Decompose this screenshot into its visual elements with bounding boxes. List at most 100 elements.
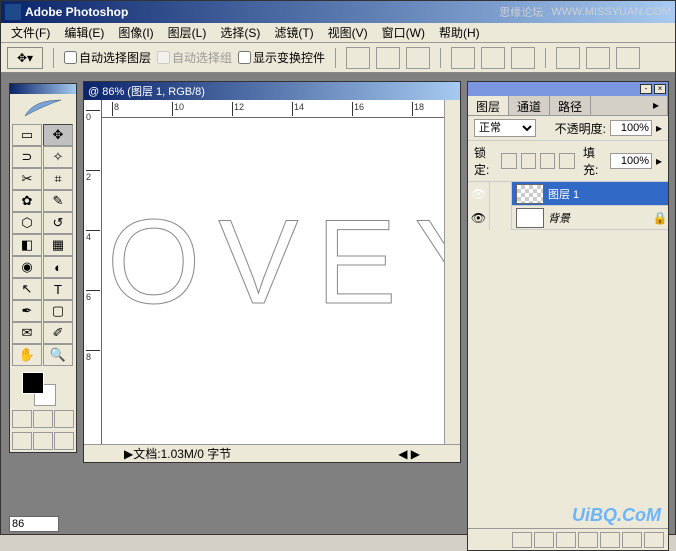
menu-view[interactable]: 视图(V) xyxy=(322,22,374,43)
gradient-tool[interactable]: ▦ xyxy=(43,234,73,256)
crop-tool[interactable]: ✂ xyxy=(12,168,42,190)
layer-thumbnail[interactable] xyxy=(516,208,544,228)
slice-tool[interactable]: ⌗ xyxy=(43,168,73,190)
visibility-icon[interactable]: 👁 xyxy=(468,182,490,206)
document-window[interactable]: @ 86% (图层 1, RGB/8) 8 10 12 14 16 18 0 2… xyxy=(83,81,461,463)
titlebar: Adobe Photoshop 思缘论坛 WWW.MISSYUAN.COM xyxy=(1,1,675,23)
screen-mode[interactable] xyxy=(54,410,74,428)
align-btn-2[interactable] xyxy=(376,47,400,69)
align-btn-4[interactable] xyxy=(451,47,475,69)
dist-btn-1[interactable] xyxy=(556,47,580,69)
screen-mode-2[interactable] xyxy=(33,432,53,450)
layer-mask-button[interactable] xyxy=(556,532,576,548)
layer-row[interactable]: 👁 图层 1 xyxy=(468,182,668,206)
dodge-tool[interactable]: ◐ xyxy=(43,256,73,278)
notes-tool[interactable]: ✉ xyxy=(12,322,42,344)
dist-btn-3[interactable] xyxy=(616,47,640,69)
link-cell[interactable] xyxy=(490,182,512,206)
photoshop-logo-icon xyxy=(10,94,76,122)
fg-color-swatch[interactable] xyxy=(22,372,44,394)
move-tool[interactable]: ✥ xyxy=(43,124,73,146)
layer-name[interactable]: 图层 1 xyxy=(548,186,668,202)
tab-layers[interactable]: 图层 xyxy=(468,96,509,115)
standard-mode[interactable] xyxy=(12,410,32,428)
marquee-tool[interactable]: ▭ xyxy=(12,124,42,146)
tab-paths[interactable]: 路径 xyxy=(550,96,591,115)
lock-position[interactable] xyxy=(540,153,555,169)
menu-select[interactable]: 选择(S) xyxy=(214,22,266,43)
stamp-tool[interactable]: ⬡ xyxy=(12,212,42,234)
group-button[interactable] xyxy=(600,532,620,548)
menu-file[interactable]: 文件(F) xyxy=(5,22,56,43)
lock-transparency[interactable] xyxy=(501,153,516,169)
eraser-tool[interactable]: ◧ xyxy=(12,234,42,256)
show-transform-checkbox[interactable]: 显示变换控件 xyxy=(238,49,325,66)
layer-thumbnail[interactable] xyxy=(516,184,544,204)
color-swatches[interactable] xyxy=(10,368,76,408)
auto-select-group-checkbox: 自动选择组 xyxy=(157,49,232,66)
screen-mode-1[interactable] xyxy=(12,432,32,450)
visibility-icon[interactable]: 👁 xyxy=(468,206,490,230)
canvas[interactable]: OVEY xyxy=(102,118,444,444)
hand-tool[interactable]: ✋ xyxy=(12,344,42,366)
shape-tool[interactable]: ▢ xyxy=(43,300,73,322)
document-title[interactable]: @ 86% (图层 1, RGB/8) xyxy=(84,82,460,100)
align-btn-5[interactable] xyxy=(481,47,505,69)
panel-menu-icon[interactable]: ▸ xyxy=(645,96,668,115)
menu-help[interactable]: 帮助(H) xyxy=(433,22,486,43)
layer-row[interactable]: 👁 背景 🔒 xyxy=(468,206,668,230)
panel-titlebar[interactable]: - × xyxy=(468,82,668,96)
layer-style-button[interactable] xyxy=(534,532,554,548)
menu-edit[interactable]: 编辑(E) xyxy=(58,22,110,43)
zoom-input[interactable] xyxy=(9,516,59,532)
layers-panel[interactable]: - × 图层 通道 路径 ▸ 正常 不透明度: ▸ 锁定: 填充: xyxy=(467,81,669,551)
path-select-tool[interactable]: ↖ xyxy=(12,278,42,300)
tab-channels[interactable]: 通道 xyxy=(509,96,550,115)
healing-tool[interactable]: ✿ xyxy=(12,190,42,212)
history-brush-tool[interactable]: ↺ xyxy=(43,212,73,234)
blur-tool[interactable]: ◉ xyxy=(12,256,42,278)
eyedropper-tool[interactable]: ✐ xyxy=(43,322,73,344)
menu-window[interactable]: 窗口(W) xyxy=(376,22,431,43)
align-btn-1[interactable] xyxy=(346,47,370,69)
toolbox-titlebar[interactable] xyxy=(10,84,76,94)
pen-tool[interactable]: ✒ xyxy=(12,300,42,322)
layer-name[interactable]: 背景 xyxy=(548,210,652,226)
toolbox[interactable]: ▭ ✥ ⊃ ✧ ✂ ⌗ ✿ ✎ ⬡ ↺ ◧ ▦ ◉ ◐ ↖ T ✒ ▢ ✉ ✐ … xyxy=(9,83,77,453)
menu-filter[interactable]: 滤镜(T) xyxy=(268,22,319,43)
blend-mode-select[interactable]: 正常 xyxy=(474,119,536,137)
link-cell[interactable] xyxy=(490,206,512,230)
fill-input[interactable] xyxy=(610,153,652,169)
forum-text: 思缘论坛 xyxy=(499,4,543,20)
menu-image[interactable]: 图像(I) xyxy=(112,22,159,43)
panel-close[interactable]: × xyxy=(654,84,666,94)
dist-btn-2[interactable] xyxy=(586,47,610,69)
delete-layer-button[interactable] xyxy=(644,532,664,548)
opacity-label: 不透明度: xyxy=(555,120,606,137)
auto-select-layer-checkbox[interactable]: 自动选择图层 xyxy=(64,49,151,66)
wand-tool[interactable]: ✧ xyxy=(43,146,73,168)
menubar: 文件(F) 编辑(E) 图像(I) 图层(L) 选择(S) 滤镜(T) 视图(V… xyxy=(1,23,675,43)
menu-layer[interactable]: 图层(L) xyxy=(162,22,213,43)
move-tool-preview[interactable]: ✥▾ xyxy=(7,47,43,69)
zoom-tool[interactable]: 🔍 xyxy=(43,344,73,366)
screen-mode-3[interactable] xyxy=(54,432,74,450)
quickmask-mode[interactable] xyxy=(33,410,53,428)
fill-arrow-icon[interactable]: ▸ xyxy=(656,154,662,168)
lasso-tool[interactable]: ⊃ xyxy=(12,146,42,168)
new-layer-button[interactable] xyxy=(622,532,642,548)
lock-all[interactable] xyxy=(559,153,574,169)
type-tool[interactable]: T xyxy=(43,278,73,300)
brush-tool[interactable]: ✎ xyxy=(43,190,73,212)
panel-minimize[interactable]: - xyxy=(640,84,652,94)
adjustment-layer-button[interactable] xyxy=(578,532,598,548)
lock-pixels[interactable] xyxy=(521,153,536,169)
align-btn-6[interactable] xyxy=(511,47,535,69)
link-layers-button[interactable] xyxy=(512,532,532,548)
document-status: ▶ 文档:1.03M/0 字节◀ ▶ xyxy=(84,444,460,462)
canvas-text-outline: OVEY xyxy=(107,193,444,331)
opacity-input[interactable] xyxy=(610,120,652,136)
scrollbar-vertical[interactable] xyxy=(444,100,460,444)
opacity-arrow-icon[interactable]: ▸ xyxy=(656,121,662,135)
align-btn-3[interactable] xyxy=(406,47,430,69)
